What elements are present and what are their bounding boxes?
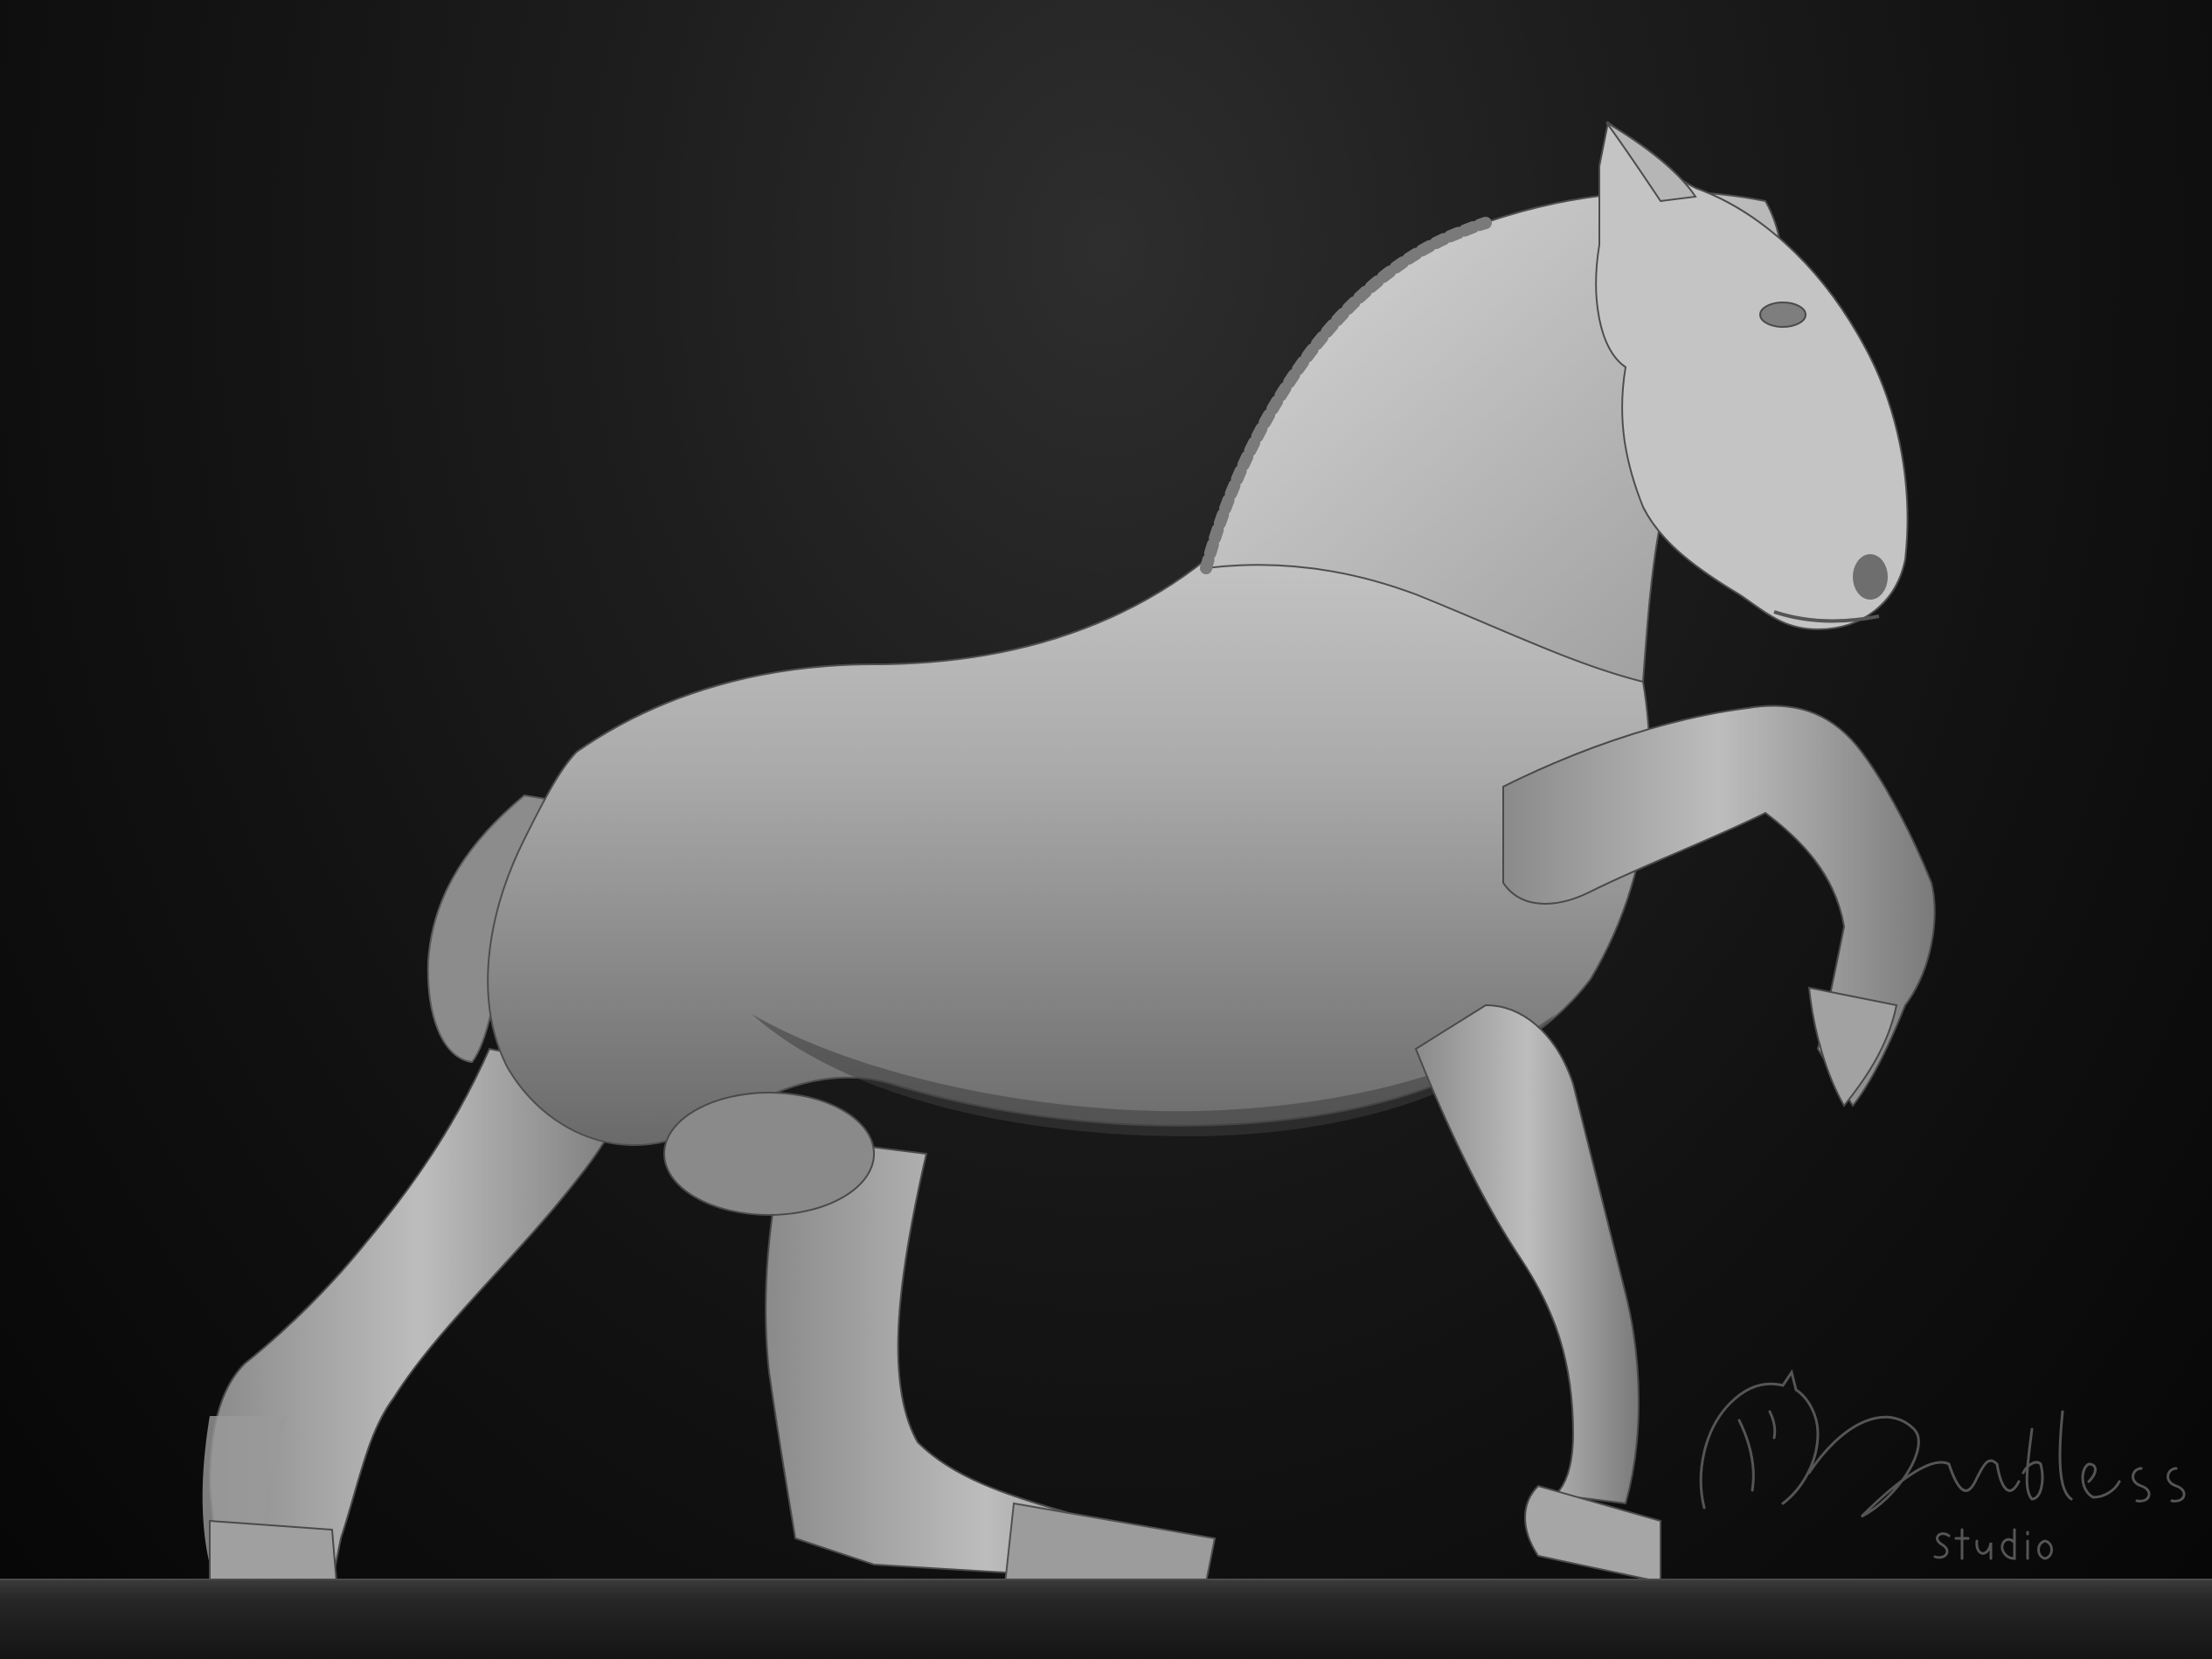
studio-logo-watermark: [1699, 1369, 2186, 1560]
raised-hoof: [1807, 986, 1898, 1107]
front-hoof: [1524, 1484, 1661, 1584]
horse-nostril: [1853, 554, 1888, 600]
horse-eye: [1759, 302, 1806, 328]
hind-hoof-near: [209, 1519, 338, 1584]
supporting-front-leg: [1414, 1003, 1640, 1505]
near-hind-leg: [208, 1047, 631, 1584]
sheath: [663, 1092, 875, 1216]
floor: [0, 1580, 2212, 1659]
hind-hoof-far: [1003, 1502, 1217, 1586]
viewport: [0, 0, 2212, 1659]
